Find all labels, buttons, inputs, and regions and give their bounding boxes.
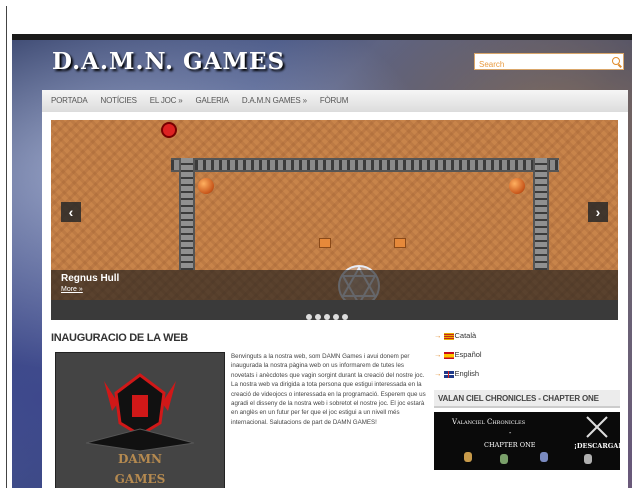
- page-background: D.A.M.N. GAMES PORTADA NOTÍCIES EL JOC » GA…: [12, 34, 632, 488]
- nav-item-el-joc[interactable]: EL JOC »: [150, 90, 183, 112]
- red-lamp-icon: [161, 122, 177, 138]
- arrow-icon: →: [434, 350, 442, 359]
- banner-download-label[interactable]: ¡DESCARGAR!: [574, 442, 627, 450]
- crossed-swords-icon: [586, 416, 608, 438]
- language-label: English: [454, 369, 480, 378]
- catalonia-flag-icon: [443, 332, 454, 340]
- game-download-banner[interactable]: Valanciel Chronicles - CHAPTER ONE ¡DESC…: [434, 412, 627, 470]
- character-sprite-icon: [500, 454, 508, 464]
- spain-flag-icon: [443, 351, 454, 359]
- damn-logo-image: DAMN GAMES: [85, 373, 195, 486]
- search-input[interactable]: [475, 57, 613, 72]
- language-label: Español: [454, 350, 482, 359]
- post-title[interactable]: INAUGURACIO DE LA WEB: [51, 332, 188, 344]
- slide-more-link[interactable]: More »: [61, 286, 83, 293]
- image-slider: ‹ › Regnus Hull More »: [51, 120, 618, 320]
- rail-track-right: [533, 158, 549, 270]
- nav-item-noticies[interactable]: NOTÍCIES: [101, 90, 137, 112]
- character-sprite-icon: [540, 452, 548, 462]
- left-border-line: [6, 6, 7, 488]
- banner-chapter: CHAPTER ONE: [484, 441, 536, 449]
- character-sprite-icon: [464, 452, 472, 462]
- slider-prev-button[interactable]: ‹: [61, 202, 81, 222]
- slider-dot-3[interactable]: [324, 314, 330, 320]
- main-content: ‹ › Regnus Hull More » INAUGURACIO DE LA…: [42, 112, 628, 488]
- nav-item-portada[interactable]: PORTADA: [51, 90, 88, 112]
- crate-icon: [319, 238, 331, 248]
- arrow-icon: →: [434, 331, 442, 340]
- slide-caption-bar: [51, 270, 618, 300]
- main-nav: PORTADA NOTÍCIES EL JOC » GALERIA D.A.M.N GA…: [42, 90, 628, 113]
- orange-orb-icon: [198, 178, 214, 194]
- orange-orb-icon: [509, 178, 525, 194]
- nav-item-forum[interactable]: FÒRUM: [320, 90, 349, 112]
- widget-title: VALAN CIEL CHRONICLES - CHAPTER ONE: [434, 390, 620, 408]
- logo-text-games: GAMES: [115, 472, 166, 486]
- slider-dot-2[interactable]: [315, 314, 321, 320]
- arrow-icon: →: [434, 369, 442, 378]
- uk-flag-icon: [443, 370, 454, 378]
- slider-dot-1[interactable]: [306, 314, 312, 320]
- top-bar: [12, 34, 632, 40]
- banner-title: Valanciel Chronicles: [452, 418, 526, 426]
- slide-caption-title: Regnus Hull: [61, 273, 120, 284]
- slider-dot-4[interactable]: [333, 314, 339, 320]
- site-logo[interactable]: D.A.M.N. GAMES: [52, 48, 285, 75]
- nav-item-galeria[interactable]: GALERIA: [196, 90, 229, 112]
- crate-icon: [394, 238, 406, 248]
- logo-text-damn: DAMN: [118, 452, 162, 466]
- language-item-english[interactable]: → English: [434, 369, 479, 378]
- banner-dash: -: [509, 430, 512, 437]
- language-item-espanol[interactable]: → Español: [434, 350, 482, 359]
- slider-next-button[interactable]: ›: [588, 202, 608, 222]
- rail-track-left: [179, 158, 195, 270]
- search-icon[interactable]: [612, 57, 620, 65]
- slider-dot-5[interactable]: [342, 314, 348, 320]
- search-box[interactable]: [474, 53, 624, 72]
- slider-pager: [306, 307, 351, 320]
- language-item-catala[interactable]: → Català: [434, 331, 476, 340]
- post-body: Benvinguts a la nostra web, som DAMN Gam…: [231, 353, 426, 426]
- rail-track-horizontal: [171, 158, 559, 172]
- post-image[interactable]: DAMN GAMES: [55, 352, 225, 488]
- character-sprite-icon: [584, 454, 592, 464]
- language-label: Català: [454, 331, 477, 340]
- nav-item-damn-games[interactable]: D.A.M.N GAMES »: [242, 90, 307, 112]
